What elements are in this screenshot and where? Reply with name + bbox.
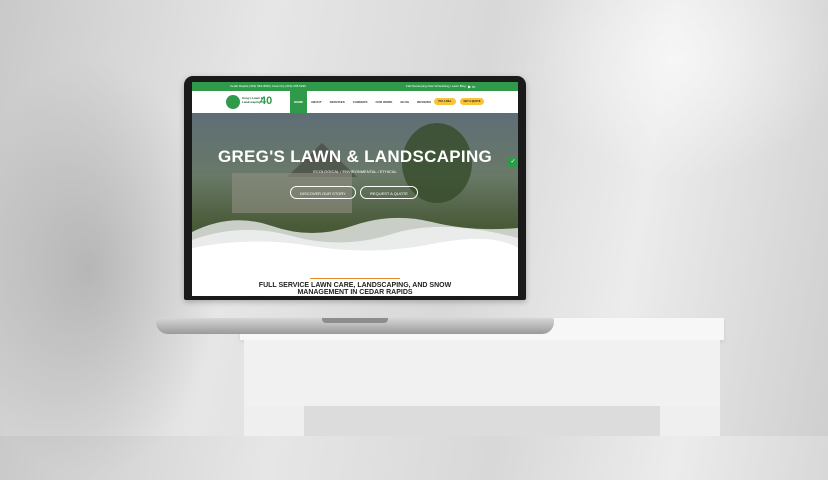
topbar-phones: Cedar Rapids (319) 393-3090 | Iowa City … xyxy=(230,84,306,88)
request-quote-button[interactable]: REQUEST A QUOTE xyxy=(360,186,418,199)
section-tagline: FULL SERVICE LAWN CARE, LANDSCAPING, AND… xyxy=(258,282,452,296)
topbar-links[interactable]: Fall Revamping Now Scheduling | Lawn Blo… xyxy=(406,82,466,91)
hero-title: GREG'S LAWN & LANDSCAPING xyxy=(217,147,493,166)
laptop-screen: Cedar Rapids (319) 393-3090 | Iowa City … xyxy=(192,82,518,296)
table-leg-right xyxy=(660,406,720,436)
anniversary-badge: 40 xyxy=(260,95,273,107)
nav-item-home[interactable]: HOME xyxy=(290,91,307,113)
hero-subtitle: ECOLOGICAL / ENVIRONMENTAL / ETHICAL xyxy=(313,169,397,174)
linkedin-icon[interactable]: in xyxy=(472,84,475,89)
table-front xyxy=(244,340,720,406)
pay-bill-button[interactable]: PAY A BILL xyxy=(434,98,456,105)
thumbs-up-icon[interactable]: ✓ xyxy=(508,157,518,167)
nav-item-about[interactable]: ABOUT xyxy=(307,91,326,113)
table-underside xyxy=(304,406,660,436)
nav-item-blog[interactable]: BLOG xyxy=(396,91,413,113)
site-topbar: Cedar Rapids (319) 393-3090 | Iowa City … xyxy=(192,82,518,91)
section-accent-line xyxy=(310,278,400,279)
table-leg-left xyxy=(244,406,304,436)
laptop-notch xyxy=(322,318,388,323)
background-highlight xyxy=(520,0,828,180)
get-quote-button[interactable]: GET A QUOTE xyxy=(460,98,484,105)
nav-item-services[interactable]: SERVICES xyxy=(326,91,349,113)
topbar-social: ▶ in xyxy=(468,82,475,91)
nav-item-careers[interactable]: CAREERS xyxy=(349,91,372,113)
nav-menu: HOME ABOUT SERVICES CAREERS OUR WORK BLO… xyxy=(290,91,457,113)
nav-item-reviews[interactable]: REVIEWS xyxy=(413,91,435,113)
hero-wave-divider xyxy=(192,217,518,262)
logo-icon[interactable] xyxy=(226,95,240,109)
site-navbar: Greg's Lawn & Landscaping 40 HOME ABOUT … xyxy=(192,91,518,113)
discover-story-button[interactable]: DISCOVER OUR STORY xyxy=(290,186,356,199)
youtube-icon[interactable]: ▶ xyxy=(468,84,471,89)
nav-item-our-work[interactable]: OUR WORK xyxy=(371,91,396,113)
